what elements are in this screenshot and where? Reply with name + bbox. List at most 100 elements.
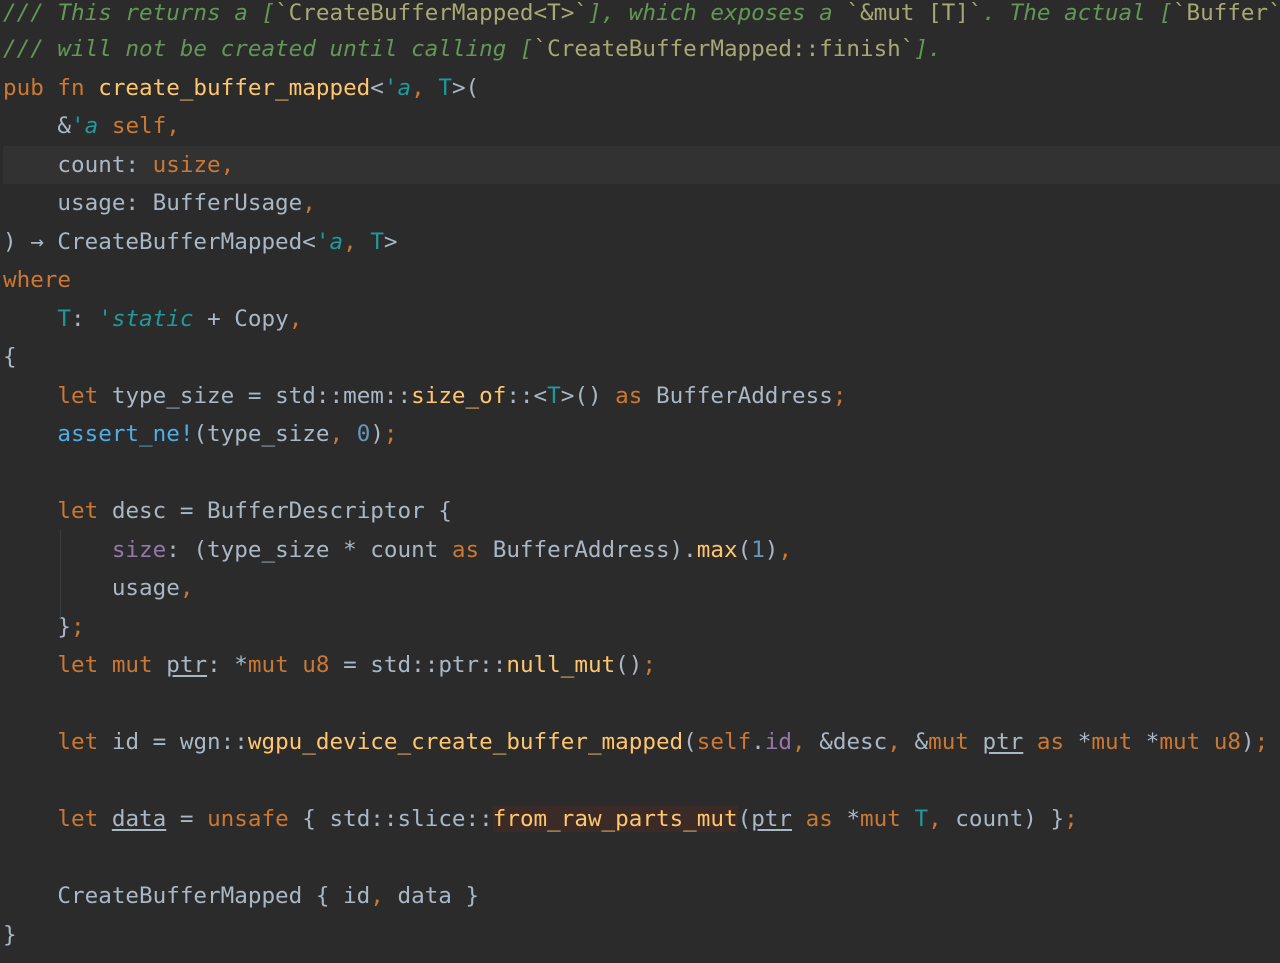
- code-token: type_size = std::mem::: [111, 382, 412, 409]
- code-line[interactable]: T: 'static + Copy,: [3, 300, 1280, 339]
- code-token: count) }: [955, 806, 1065, 832]
- code-token: as: [451, 536, 493, 563]
- code-token: (): [615, 652, 643, 678]
- code-token: as: [1023, 729, 1078, 755]
- code-token: : *: [207, 652, 248, 678]
- code-token: `Buffer`: [1172, 0, 1280, 26]
- code-token: *: [1077, 729, 1092, 755]
- code-line[interactable]: let id = wgn::wgpu_device_create_buffer_…: [3, 723, 1280, 762]
- code-token: ,: [370, 883, 398, 909]
- code-token: T: [438, 74, 452, 101]
- code-token: }: [3, 921, 17, 948]
- code-token: `CreateBufferMapped::finish`: [533, 36, 915, 62]
- indent-guide: [60, 530, 61, 618]
- code-line[interactable]: [3, 762, 1280, 801]
- code-token: null_mut: [506, 652, 616, 678]
- code-line[interactable]: let data = unsafe { std::slice::from_raw…: [3, 800, 1280, 839]
- code-line[interactable]: }: [3, 916, 1280, 955]
- code-token: self: [98, 113, 167, 139]
- code-editor[interactable]: /// This returns a [`CreateBufferMapped<…: [0, 0, 1280, 963]
- code-line[interactable]: pub fn create_buffer_mapped<'a, T>(: [3, 69, 1280, 108]
- code-token: max: [696, 536, 738, 563]
- code-token: &: [3, 113, 72, 139]
- code-token: ): [764, 536, 779, 563]
- code-token: let: [57, 498, 112, 524]
- code-token: ;: [383, 421, 398, 447]
- code-token: assert_ne!: [57, 421, 194, 447]
- code-line[interactable]: assert_ne!(type_size, 0);: [3, 415, 1280, 454]
- code-line[interactable]: count: usize,: [3, 145, 1280, 184]
- code-token: (: [683, 729, 697, 755]
- code-token: .: [751, 729, 765, 755]
- code-area[interactable]: /// This returns a [`CreateBufferMapped<…: [3, 0, 1280, 954]
- code-line[interactable]: [3, 685, 1280, 724]
- code-line[interactable]: CreateBufferMapped { id, data }: [3, 877, 1280, 916]
- code-token: :: [71, 305, 99, 332]
- code-token: pub fn: [3, 74, 99, 101]
- code-token: (type_size: [193, 421, 330, 447]
- code-token: ): [1241, 729, 1255, 755]
- code-token: 'static: [98, 305, 194, 332]
- code-line[interactable]: ) → CreateBufferMapped<'a, T>: [3, 223, 1280, 262]
- code-token: (: [737, 536, 752, 563]
- code-line[interactable]: /// will not be created until calling [`…: [3, 30, 1280, 69]
- code-token: ,: [887, 729, 915, 755]
- code-token: ,: [792, 729, 820, 755]
- code-token: T: [547, 382, 561, 409]
- code-token: ptr: [982, 729, 1024, 755]
- code-token: (: [737, 806, 752, 832]
- code-token: usize: [152, 151, 221, 178]
- code-token: ) → CreateBufferMapped<: [3, 228, 316, 255]
- code-token: >(: [451, 74, 480, 101]
- code-token: ,: [343, 228, 371, 255]
- code-line[interactable]: [3, 454, 1280, 493]
- code-token: CreateBufferMapped { id: [3, 883, 371, 909]
- code-line[interactable]: let desc = BufferDescriptor {: [3, 492, 1280, 531]
- code-line[interactable]: let type_size = std::mem::size_of::<T>()…: [3, 377, 1280, 416]
- code-token: /// This returns a [: [3, 0, 276, 26]
- code-token: 'a: [383, 74, 412, 101]
- code-line[interactable]: {: [3, 338, 1280, 377]
- code-line[interactable]: where: [3, 261, 1280, 300]
- code-line[interactable]: &'a self,: [3, 107, 1280, 146]
- code-token: : (type_size * count: [166, 536, 452, 563]
- code-token: as: [615, 382, 656, 409]
- code-token: >: [383, 228, 398, 255]
- code-token: *: [1145, 729, 1160, 755]
- code-token: <: [370, 74, 384, 101]
- code-line[interactable]: usage,: [3, 569, 1280, 608]
- code-token: ,: [220, 151, 235, 178]
- code-token: id: [764, 729, 793, 755]
- code-token: ,: [302, 190, 316, 216]
- code-token: ].: [914, 36, 942, 62]
- code-line[interactable]: /// This returns a [`CreateBufferMapped<…: [3, 0, 1280, 30]
- code-line[interactable]: usage: BufferUsage,: [3, 184, 1280, 223]
- code-token: ;: [642, 652, 656, 678]
- code-token: ;: [71, 613, 85, 640]
- code-token: { std::slice::: [302, 806, 493, 832]
- code-line[interactable]: };: [3, 608, 1280, 647]
- code-token: data }: [397, 883, 480, 909]
- code-token: ;: [1254, 729, 1269, 755]
- code-token: size: [111, 536, 167, 563]
- code-token: `&mut [T]`: [846, 0, 983, 26]
- code-line[interactable]: [3, 839, 1280, 878]
- code-line[interactable]: let mut ptr: *mut u8 = std::ptr::null_mu…: [3, 646, 1280, 685]
- code-token: mut: [1091, 729, 1146, 755]
- code-token: let: [57, 729, 112, 755]
- code-line[interactable]: size: (type_size * count as BufferAddres…: [3, 531, 1280, 570]
- code-token: self: [696, 729, 752, 755]
- code-token: let: [57, 806, 112, 832]
- code-token: let mut: [57, 652, 167, 678]
- code-token: T: [57, 305, 72, 332]
- code-token: wgpu_device_create_buffer_mapped: [247, 729, 684, 755]
- code-token: &: [914, 729, 929, 755]
- code-token: =: [166, 806, 208, 832]
- code-token: `CreateBufferMapped<T>`: [275, 0, 588, 26]
